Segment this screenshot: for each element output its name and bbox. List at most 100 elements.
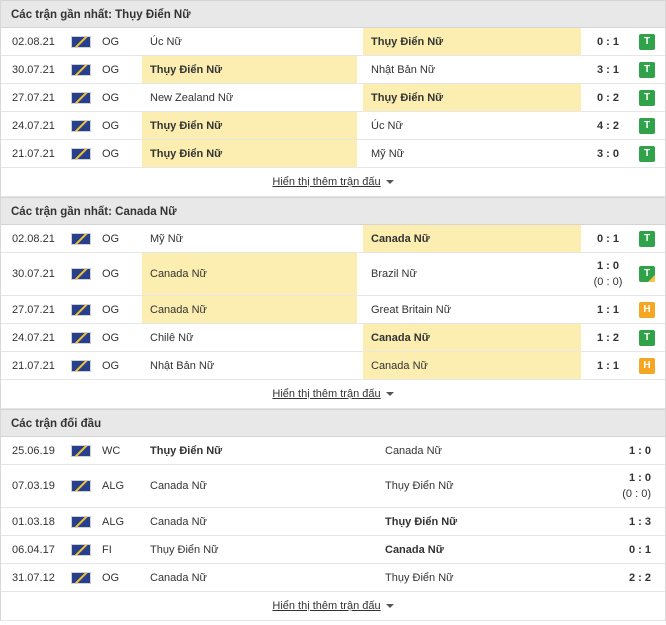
competition[interactable]: OG <box>102 56 142 83</box>
home-team[interactable]: Thụy Điển Nữ <box>142 140 357 167</box>
away-team[interactable]: Canada Nữ <box>363 352 581 379</box>
match-row[interactable]: 30.07.21 OG Thụy Điển Nữ Nhật Bản Nữ 3 : 1 T <box>1 56 665 84</box>
competition[interactable]: OG <box>102 28 142 55</box>
competition[interactable]: OG <box>102 84 142 111</box>
result-badge-cell: T <box>638 28 656 55</box>
score[interactable]: 0 : 1 <box>589 536 659 563</box>
away-team[interactable]: Brazil Nữ <box>363 253 581 295</box>
score[interactable]: 0 : 1 <box>583 225 633 252</box>
show-more-button[interactable]: Hiển thị thêm trận đấu <box>1 592 665 621</box>
away-team[interactable]: Canada Nữ <box>377 536 577 563</box>
home-team[interactable]: Canada Nữ <box>142 465 377 507</box>
competition[interactable]: FI <box>102 536 142 563</box>
score[interactable]: 1 : 0 (0 : 0) <box>583 253 633 295</box>
away-team[interactable]: Canada Nữ <box>377 437 577 464</box>
competition[interactable]: OG <box>102 296 142 323</box>
match-date: 27.07.21 <box>12 91 55 104</box>
home-team[interactable]: Canada Nữ <box>142 508 377 535</box>
home-team[interactable]: Thụy Điển Nữ <box>142 536 377 563</box>
show-more-label[interactable]: Hiển thị thêm trận đấu <box>272 388 380 400</box>
competition[interactable]: OG <box>102 140 142 167</box>
caret-down-icon <box>385 392 394 397</box>
match-row[interactable]: 02.08.21 OG Mỹ Nữ Canada Nữ 0 : 1 T <box>1 225 665 253</box>
score[interactable]: 1 : 3 <box>589 508 659 535</box>
competition[interactable]: OG <box>102 324 142 351</box>
score[interactable]: 4 : 2 <box>583 112 633 139</box>
home-team[interactable]: Thụy Điển Nữ <box>142 56 357 83</box>
show-more-button[interactable]: Hiển thị thêm trận đấu <box>1 380 665 409</box>
home-team[interactable]: Canada Nữ <box>142 253 357 295</box>
score[interactable]: 2 : 2 <box>589 564 659 591</box>
competition[interactable]: ALG <box>102 508 142 535</box>
world-flag-icon <box>70 508 92 535</box>
score[interactable]: 3 : 1 <box>583 56 633 83</box>
match-row[interactable]: 21.07.21 OG Thụy Điển Nữ Mỹ Nữ 3 : 0 T <box>1 140 665 168</box>
score[interactable]: 1 : 2 <box>583 324 633 351</box>
score[interactable]: 3 : 0 <box>583 140 633 167</box>
match-row[interactable]: 25.06.19 WC Thụy Điển Nữ Canada Nữ 1 : 0 <box>1 437 665 465</box>
full-time-score: 0 : 1 <box>628 543 651 556</box>
away-team[interactable]: Canada Nữ <box>363 225 581 252</box>
match-row[interactable]: 31.07.12 OG Canada Nữ Thụy Điển Nữ 2 : 2 <box>1 564 665 592</box>
result-badge: T <box>639 329 655 346</box>
match-date: 02.08.21 <box>12 35 55 48</box>
match-row[interactable]: 24.07.21 OG Chilê Nữ Canada Nữ 1 : 2 T <box>1 324 665 352</box>
result-badge: T <box>639 89 655 106</box>
show-more-label[interactable]: Hiển thị thêm trận đấu <box>272 600 380 612</box>
away-team[interactable]: Úc Nữ <box>363 112 581 139</box>
match-date: 27.07.21 <box>12 303 55 316</box>
match-row[interactable]: 06.04.17 FI Thụy Điển Nữ Canada Nữ 0 : 1 <box>1 536 665 564</box>
match-date: 25.06.19 <box>12 444 55 457</box>
home-team[interactable]: Nhật Bản Nữ <box>142 352 357 379</box>
competition[interactable]: OG <box>102 225 142 252</box>
score[interactable]: 0 : 1 <box>583 28 633 55</box>
show-more-label[interactable]: Hiển thị thêm trận đấu <box>272 176 380 188</box>
away-team[interactable]: Thụy Điển Nữ <box>363 28 581 55</box>
away-team[interactable]: Thụy Điển Nữ <box>377 564 577 591</box>
competition[interactable]: WC <box>102 437 142 464</box>
match-row[interactable]: 30.07.21 OG Canada Nữ Brazil Nữ 1 : 0 (0 : 0)… <box>1 253 665 296</box>
match-row[interactable]: 01.03.18 ALG Canada Nữ Thụy Điển Nữ 1 : 3 <box>1 508 665 536</box>
score[interactable]: 1 : 1 <box>583 296 633 323</box>
match-row[interactable]: 02.08.21 OG Úc Nữ Thụy Điển Nữ 0 : 1 T <box>1 28 665 56</box>
home-team[interactable]: Thụy Điển Nữ <box>142 437 377 464</box>
home-team[interactable]: Canada Nữ <box>142 564 377 591</box>
match-row[interactable]: 27.07.21 OG Canada Nữ Great Britain Nữ 1 : 1… <box>1 296 665 324</box>
show-more-button[interactable]: Hiển thị thêm trận đấu <box>1 168 665 197</box>
match-date: 01.03.18 <box>12 515 55 528</box>
match-date: 07.03.19 <box>12 480 55 492</box>
home-team[interactable]: Chilê Nữ <box>142 324 357 351</box>
section-head-to-head: Các trận đối đầu 25.06.19 WC Thụy Điển Nữ C… <box>1 409 665 621</box>
score[interactable]: 0 : 2 <box>583 84 633 111</box>
competition[interactable]: OG <box>102 253 142 295</box>
match-row[interactable]: 27.07.21 OG New Zealand Nữ Thụy Điển Nữ 0 : … <box>1 84 665 112</box>
match-date: 31.07.12 <box>12 571 55 584</box>
home-team[interactable]: New Zealand Nữ <box>142 84 357 111</box>
away-team[interactable]: Mỹ Nữ <box>363 140 581 167</box>
world-flag-icon <box>70 28 92 55</box>
competition[interactable]: OG <box>102 352 142 379</box>
away-team[interactable]: Canada Nữ <box>363 324 581 351</box>
competition[interactable]: OG <box>102 112 142 139</box>
full-time-score: 1 : 1 <box>596 303 619 316</box>
section-sweden-recent: Các trận gần nhất: Thụy Điển Nữ 02.08.21… <box>1 0 665 197</box>
home-team[interactable]: Thụy Điển Nữ <box>142 112 357 139</box>
score[interactable]: 1 : 1 <box>583 352 633 379</box>
away-team[interactable]: Thụy Điển Nữ <box>377 508 577 535</box>
match-row[interactable]: 07.03.19 ALG Canada Nữ Thụy Điển Nữ 1 : 0 (0 … <box>1 465 665 508</box>
score[interactable]: 1 : 0 <box>589 437 659 464</box>
away-team[interactable]: Nhật Bản Nữ <box>363 56 581 83</box>
away-team[interactable]: Great Britain Nữ <box>363 296 581 323</box>
match-row[interactable]: 21.07.21 OG Nhật Bản Nữ Canada Nữ 1 : 1 H <box>1 352 665 380</box>
away-team[interactable]: Thụy Điển Nữ <box>363 84 581 111</box>
away-team[interactable]: Thụy Điển Nữ <box>377 465 577 507</box>
home-team[interactable]: Úc Nữ <box>142 28 357 55</box>
score[interactable]: 1 : 0 (0 : 0) <box>589 465 659 507</box>
home-team[interactable]: Mỹ Nữ <box>142 225 357 252</box>
competition[interactable]: ALG <box>102 465 142 507</box>
match-row[interactable]: 24.07.21 OG Thụy Điển Nữ Úc Nữ 4 : 2 T <box>1 112 665 140</box>
full-time-score: 3 : 0 <box>596 147 619 160</box>
competition[interactable]: OG <box>102 564 142 591</box>
full-time-score: 1 : 1 <box>596 359 619 372</box>
home-team[interactable]: Canada Nữ <box>142 296 357 323</box>
